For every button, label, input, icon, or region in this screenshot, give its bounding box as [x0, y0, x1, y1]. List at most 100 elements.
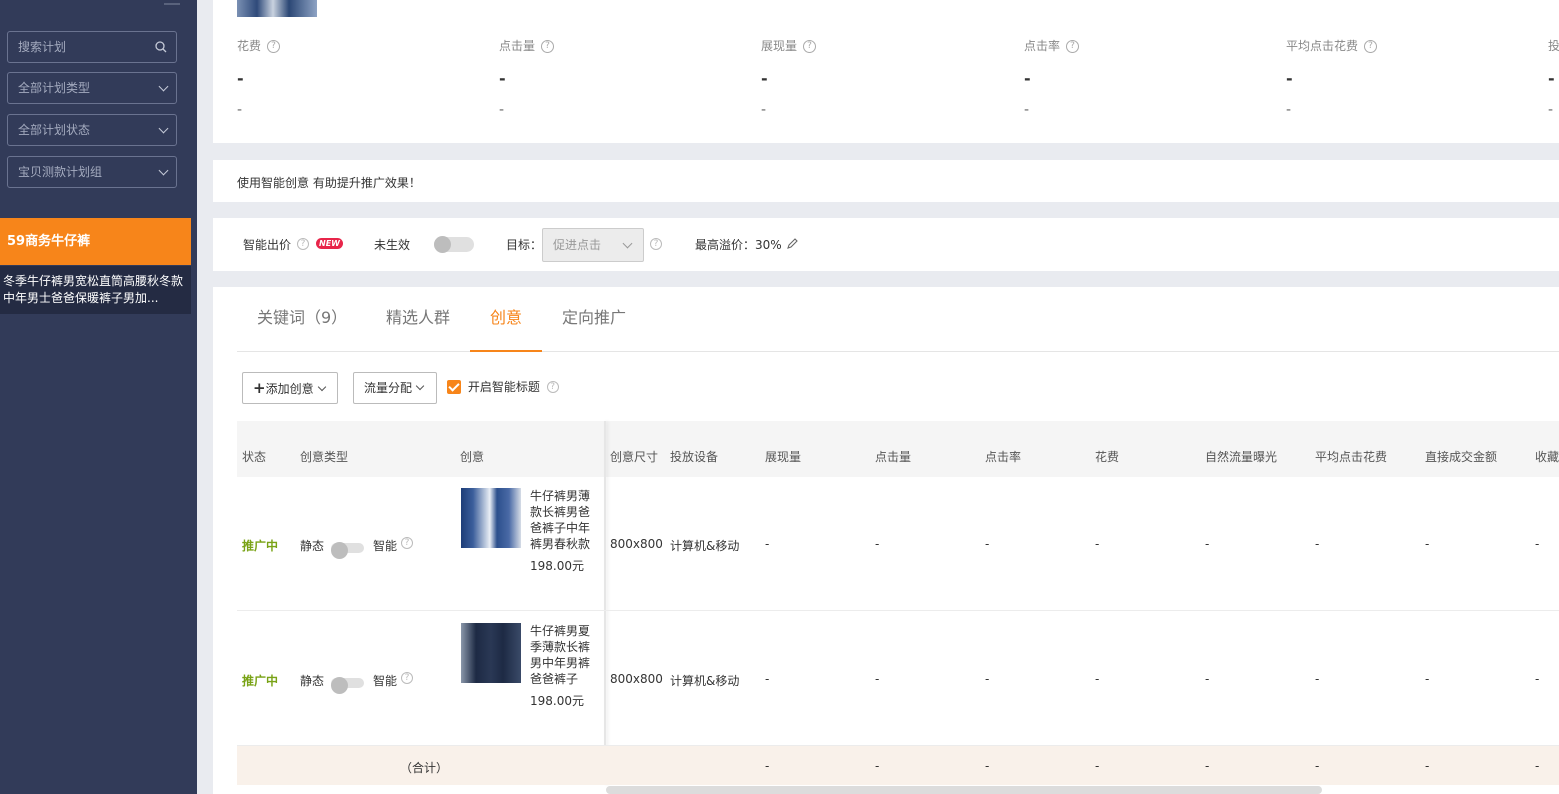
total-cost: - — [1095, 759, 1100, 773]
type-smart-label: 智能 — [373, 674, 398, 688]
sidebar: 搜索计划 全部计划类型 全部计划状态 宝贝测款计划组 59商务牛仔裤 冬季牛仔裤… — [0, 0, 197, 794]
search-icon[interactable] — [155, 41, 167, 53]
help-icon[interactable]: ? — [401, 537, 413, 549]
total-gmv: - — [1425, 759, 1430, 773]
help-icon[interactable]: ? — [650, 238, 662, 250]
help-icon[interactable]: ? — [541, 40, 555, 53]
total-organic: - — [1205, 759, 1210, 773]
chevron-down-icon — [158, 123, 169, 134]
edit-icon[interactable] — [786, 237, 799, 250]
row-avg-cpc: - — [1315, 672, 1320, 686]
metric-impressions: 展现量? - - — [761, 37, 817, 118]
target-select[interactable]: 促进点击 — [542, 228, 644, 262]
row-organic: - — [1205, 672, 1210, 686]
horizontal-scrollbar[interactable] — [606, 786, 1322, 794]
help-icon[interactable]: ? — [401, 672, 413, 684]
tab-keywords[interactable]: 关键词（9） — [257, 304, 347, 328]
help-icon[interactable]: ? — [297, 238, 309, 250]
total-clicks: - — [875, 759, 880, 773]
plan-type-value: 全部计划类型 — [18, 81, 91, 95]
active-product-item[interactable]: 冬季牛仔裤男宽松直筒高腰秋冬款中年男士爸爸保暖裤子男加... — [0, 266, 191, 314]
tab-divider — [237, 351, 1559, 352]
header-favorites[interactable]: 收藏 — [1535, 448, 1559, 465]
product-thumbnail — [237, 0, 317, 17]
traffic-split-button[interactable]: 流量分配 — [353, 372, 437, 404]
metric-avg-cpc: 平均点击花费? - - — [1286, 37, 1378, 118]
add-creative-button[interactable]: +添加创意 — [242, 372, 338, 404]
row-avg-cpc: - — [1315, 537, 1320, 551]
header-avg-cpc[interactable]: 平均点击花费 — [1315, 448, 1387, 465]
header-organic-exposure[interactable]: 自然流量曝光 — [1205, 448, 1277, 465]
tab-creative[interactable]: 创意 — [490, 304, 522, 328]
total-favorites: - — [1535, 759, 1540, 773]
smart-bid-toggle[interactable] — [434, 236, 474, 253]
metric-label: 投 — [1548, 39, 1559, 53]
header-direct-gmv[interactable]: 直接成交金额 — [1425, 448, 1497, 465]
metric-value: - — [1024, 69, 1031, 88]
add-creative-label: 添加创意 — [265, 382, 314, 396]
metrics-card: 花费? - - 点击量? - - 展现量? - - 点击率? - - 平均点击花… — [213, 0, 1559, 143]
plan-group-value: 宝贝测款计划组 — [18, 165, 103, 179]
menu-collapse-icon[interactable] — [164, 3, 180, 5]
creative-price: 198.00元 — [530, 559, 584, 573]
help-icon[interactable]: ? — [1066, 40, 1080, 53]
help-icon[interactable]: ? — [1364, 40, 1378, 53]
row-impressions: - — [765, 672, 770, 686]
help-icon[interactable]: ? — [803, 40, 817, 53]
metric-clicks: 点击量? - - — [499, 37, 555, 118]
metric-value: - — [1286, 69, 1293, 88]
plan-group-select[interactable]: 宝贝测款计划组 — [7, 156, 177, 188]
header-ctr[interactable]: 点击率 — [985, 448, 1021, 465]
smart-title-option[interactable]: 开启智能标题 ? — [447, 378, 559, 395]
chevron-down-icon — [317, 382, 326, 392]
metric-label: 花费 — [237, 39, 262, 53]
search-placeholder: 搜索计划 — [18, 40, 67, 54]
smart-creative-banner: 使用智能创意 有助提升推广效果！ — [213, 160, 1559, 202]
header-creative: 创意 — [460, 450, 485, 464]
row-favorites: - — [1535, 537, 1540, 551]
creative-type-toggle[interactable] — [331, 542, 364, 559]
header-size: 创意尺寸 — [610, 450, 659, 464]
creative-title: 牛仔裤男夏季薄款长裤男中年男裤爸爸裤子 — [530, 624, 591, 686]
metric-partial: 投 - - — [1548, 37, 1559, 118]
metric-label: 点击率 — [1024, 39, 1061, 53]
tab-audience[interactable]: 精选人群 — [386, 304, 450, 328]
metric-compare: - — [761, 102, 767, 118]
chevron-down-icon — [622, 238, 633, 249]
creative-type-toggle[interactable] — [331, 677, 364, 694]
header-cost[interactable]: 花费 — [1095, 448, 1119, 465]
metric-label: 展现量 — [761, 39, 798, 53]
tab-targeting[interactable]: 定向推广 — [562, 304, 626, 328]
header-impressions[interactable]: 展现量 — [765, 448, 801, 465]
metric-value: - — [237, 69, 244, 88]
creative-image[interactable] — [461, 623, 521, 683]
row-status: 推广中 — [242, 539, 279, 553]
creative-image[interactable] — [461, 488, 521, 548]
plan-status-value: 全部计划状态 — [18, 123, 91, 137]
header-type: 创意类型 — [300, 450, 349, 464]
row-status: 推广中 — [242, 674, 279, 688]
help-icon[interactable]: ? — [267, 40, 281, 53]
metric-cost: 花费? - - — [237, 37, 281, 118]
plan-search-input[interactable]: 搜索计划 — [7, 31, 177, 63]
bid-status: 未生效 — [374, 238, 411, 252]
plan-type-select[interactable]: 全部计划类型 — [7, 72, 177, 104]
active-plan-item[interactable]: 59商务牛仔裤 — [0, 218, 191, 265]
metric-compare: - — [499, 102, 505, 118]
type-smart-label: 智能 — [373, 539, 398, 553]
help-icon[interactable]: ? — [546, 380, 559, 393]
smart-title-label: 开启智能标题 — [467, 380, 540, 394]
checkbox-checked-icon[interactable] — [447, 379, 461, 394]
metric-compare: - — [237, 102, 243, 118]
metric-ctr: 点击率? - - — [1024, 37, 1080, 118]
plan-status-select[interactable]: 全部计划状态 — [7, 114, 177, 146]
target-label: 目标： — [506, 238, 543, 252]
header-clicks[interactable]: 点击量 — [875, 448, 911, 465]
total-avg-cpc: - — [1315, 759, 1320, 773]
header-status: 状态 — [242, 450, 267, 464]
total-ctr: - — [985, 759, 990, 773]
total-label: （合计） — [400, 761, 449, 775]
smart-bid-label: 智能出价 — [243, 238, 292, 252]
row-device: 计算机&移动 — [670, 674, 740, 688]
chevron-down-icon — [415, 381, 425, 391]
